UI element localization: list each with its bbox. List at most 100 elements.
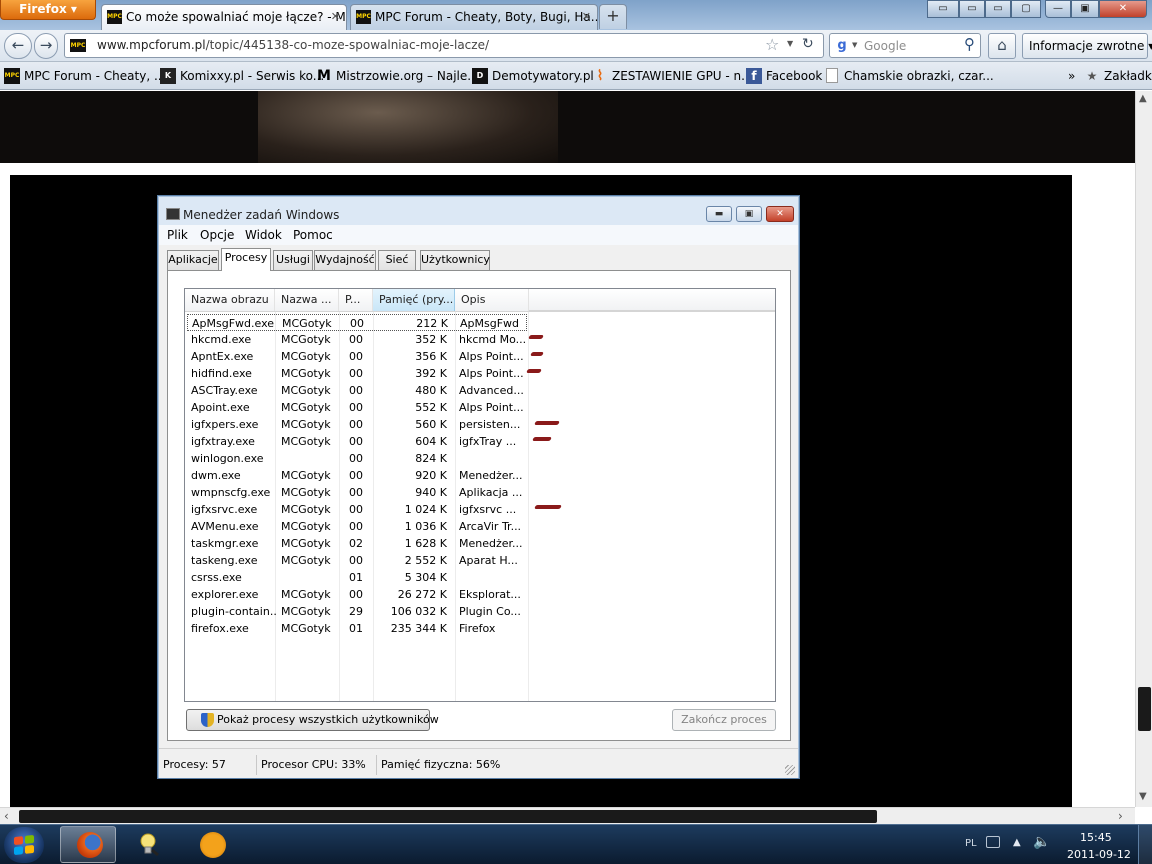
back-arrow-icon[interactable]: ← [4, 33, 32, 59]
minimize-button[interactable]: — [1045, 0, 1071, 18]
tab-siec[interactable]: Sieć [378, 250, 416, 270]
minimize-button[interactable]: ▬ [706, 206, 732, 222]
process-row[interactable]: hkcmd.exe MCGotyk 00 352 K hkcmd Mo... [187, 331, 527, 348]
mini-restore-button[interactable]: ▭ [959, 0, 985, 18]
process-row[interactable]: dwm.exe MCGotyk 00 920 K Menedżer... [187, 467, 527, 484]
language-indicator[interactable]: PL [965, 838, 977, 849]
clock-date[interactable]: 2011-09-12 [1067, 848, 1131, 861]
end-process-button[interactable]: Zakończ proces [672, 709, 776, 731]
process-row[interactable]: winlogon.exe 00 824 K [187, 450, 527, 467]
scroll-up-icon[interactable]: ▲ [1139, 93, 1147, 104]
col-user-name[interactable]: Nazwa ... [275, 289, 339, 311]
feedback-button[interactable]: Informacje zwrotne ▾ [1022, 33, 1152, 59]
bookmark-gpu[interactable]: ⌇ ZESTAWIENIE GPU - n... [592, 62, 753, 90]
process-row[interactable]: firefox.exe MCGotyk 01 235 344 K Firefox [187, 620, 527, 637]
bookmark-mistrzowie[interactable]: M Mistrzowie.org – Najle... [316, 62, 479, 90]
status-processes: Procesy: 57 [161, 755, 257, 775]
search-bar[interactable]: g ▼ Google ⚲ [829, 33, 981, 58]
url-text[interactable]: www.mpcforum.pl/topic/445138-co-moze-spo… [97, 38, 489, 52]
scroll-thumb[interactable] [1138, 687, 1151, 731]
process-row[interactable]: wmpnscfg.exe MCGotyk 00 940 K Aplikacja ... [187, 484, 527, 501]
col-description[interactable]: Opis [455, 289, 529, 311]
tab-uzytkownicy[interactable]: Użytkownicy [420, 250, 490, 270]
process-row[interactable]: csrss.exe 01 5 304 K [187, 569, 527, 586]
process-user: MCGotyk [281, 537, 331, 550]
taskbar-firefox[interactable] [60, 826, 116, 863]
mini-max-button[interactable]: ▢ [1011, 0, 1041, 18]
volume-icon[interactable]: 🔈 [1033, 834, 1050, 850]
bookmarks-menu[interactable]: ★ Zakładki [1084, 62, 1152, 90]
maximize-button[interactable]: ▣ [736, 206, 762, 222]
process-row[interactable]: igfxsrvc.exe MCGotyk 00 1 024 K igfxsrvc ... [187, 501, 527, 518]
tab-active[interactable]: MPC Co może spowalniać moje łącze? - M..… [101, 4, 347, 30]
google-engine-icon[interactable]: g [834, 38, 850, 54]
resize-grip-icon[interactable] [785, 765, 795, 775]
taskbar-bulb[interactable] [120, 826, 176, 863]
windows-start-icon[interactable] [4, 827, 44, 863]
forward-arrow-icon[interactable]: → [34, 33, 58, 59]
bookmark-mpc[interactable]: MPC MPC Forum - Cheaty, ... [4, 62, 165, 90]
scroll-down-icon[interactable]: ▼ [1139, 791, 1147, 802]
menu-opcje[interactable]: Opcje [200, 228, 234, 242]
process-row[interactable]: ApntEx.exe MCGotyk 00 356 K Alps Point... [187, 348, 527, 365]
tab-wydajnosc[interactable]: Wydajność [314, 250, 376, 270]
reload-icon[interactable]: ↻ [802, 36, 814, 52]
tab-aplikacje[interactable]: Aplikacje [167, 250, 219, 270]
mpc-favicon-icon: MPC [107, 10, 122, 24]
process-row[interactable]: Apoint.exe MCGotyk 00 552 K Alps Point... [187, 399, 527, 416]
process-row[interactable]: taskmgr.exe MCGotyk 02 1 628 K Menedżer... [187, 535, 527, 552]
tab-close-icon[interactable]: ✕ [582, 5, 591, 29]
history-dropdown-icon[interactable]: ▼ [787, 39, 793, 48]
process-row[interactable]: explorer.exe MCGotyk 00 26 272 K Eksplorat..… [187, 586, 527, 603]
menu-pomoc[interactable]: Pomoc [293, 228, 333, 242]
tab-close-icon[interactable]: ✕ [331, 5, 340, 29]
vertical-scrollbar[interactable]: ▲ ▼ [1135, 91, 1152, 807]
process-row[interactable]: igfxtray.exe MCGotyk 00 604 K igfxTray ... [187, 433, 527, 450]
bookmarks-overflow-icon[interactable]: » [1068, 62, 1082, 90]
col-cpu[interactable]: P... [339, 289, 373, 311]
mini-minimize-button[interactable]: ▭ [927, 0, 959, 18]
search-input[interactable]: Google [864, 39, 906, 53]
process-row[interactable]: AVMenu.exe MCGotyk 00 1 036 K ArcaVir Tr... [187, 518, 527, 535]
bookmark-chamskie[interactable]: Chamskie obrazki, czar... [824, 62, 994, 90]
mini-snap-button[interactable]: ▭ [985, 0, 1011, 18]
menu-plik[interactable]: Plik [167, 228, 188, 242]
process-row[interactable]: ASCTray.exe MCGotyk 00 480 K Advanced... [187, 382, 527, 399]
scroll-thumb[interactable] [19, 810, 877, 823]
show-hidden-icons-icon[interactable]: ▲ [1013, 837, 1021, 848]
keyboard-icon[interactable] [986, 836, 1000, 848]
col-image-name[interactable]: Nazwa obrazu [185, 289, 275, 311]
new-tab-button[interactable]: + [599, 4, 627, 29]
close-button[interactable]: ✕ [766, 206, 794, 222]
clock-time[interactable]: 15:45 [1080, 831, 1112, 844]
horizontal-scrollbar[interactable]: ‹ › [0, 807, 1135, 824]
taskbar-avast[interactable] [184, 826, 240, 863]
maximize-button[interactable]: ▣ [1071, 0, 1099, 18]
scroll-right-icon[interactable]: › [1118, 809, 1123, 823]
tab-inactive[interactable]: MPC MPC Forum - Cheaty, Boty, Bugi, Ha..… [350, 4, 598, 30]
star-icon[interactable]: ☆ [765, 35, 779, 54]
show-desktop-button[interactable] [1138, 825, 1152, 864]
tab-uslugi[interactable]: Usługi [273, 250, 313, 270]
search-icon[interactable]: ⚲ [964, 35, 975, 53]
bookmark-komixxy[interactable]: K Komixxy.pl - Serwis ko... [160, 62, 324, 90]
process-row[interactable]: plugin-contain... MCGotyk 29 106 032 K Plugi… [187, 603, 527, 620]
home-icon[interactable]: ⌂ [988, 33, 1016, 59]
bookmark-facebook[interactable]: f Facebook [746, 62, 822, 90]
process-row[interactable]: taskeng.exe MCGotyk 00 2 552 K Aparat H... [187, 552, 527, 569]
url-bar[interactable]: MPC www.mpcforum.pl/topic/445138-co-moze… [64, 33, 824, 58]
show-all-processes-button[interactable]: Pokaż procesy wszystkich użytkowników [186, 709, 439, 731]
close-window-button[interactable]: ✕ [1099, 0, 1147, 18]
menu-widok[interactable]: Widok [245, 228, 282, 242]
process-list[interactable]: Nazwa obrazu Nazwa ... P... Pamięć (pry.… [184, 288, 776, 702]
process-memory: 26 272 K [397, 588, 447, 601]
col-memory[interactable]: Pamięć (pry... [373, 289, 455, 311]
tab-procesy[interactable]: Procesy [221, 248, 271, 271]
process-row[interactable]: ApMsgFwd.exe MCGotyk 00 212 K ApMsgFwd [187, 314, 527, 331]
bookmark-demotywatory[interactable]: D Demotywatory.pl [472, 62, 594, 90]
scroll-left-icon[interactable]: ‹ [4, 809, 9, 823]
process-row[interactable]: hidfind.exe MCGotyk 00 392 K Alps Point... [187, 365, 527, 382]
firefox-menu-button[interactable]: Firefox ▾ [0, 0, 96, 20]
engine-dropdown-icon[interactable]: ▼ [852, 41, 857, 49]
process-row[interactable]: igfxpers.exe MCGotyk 00 560 K persisten... [187, 416, 527, 433]
